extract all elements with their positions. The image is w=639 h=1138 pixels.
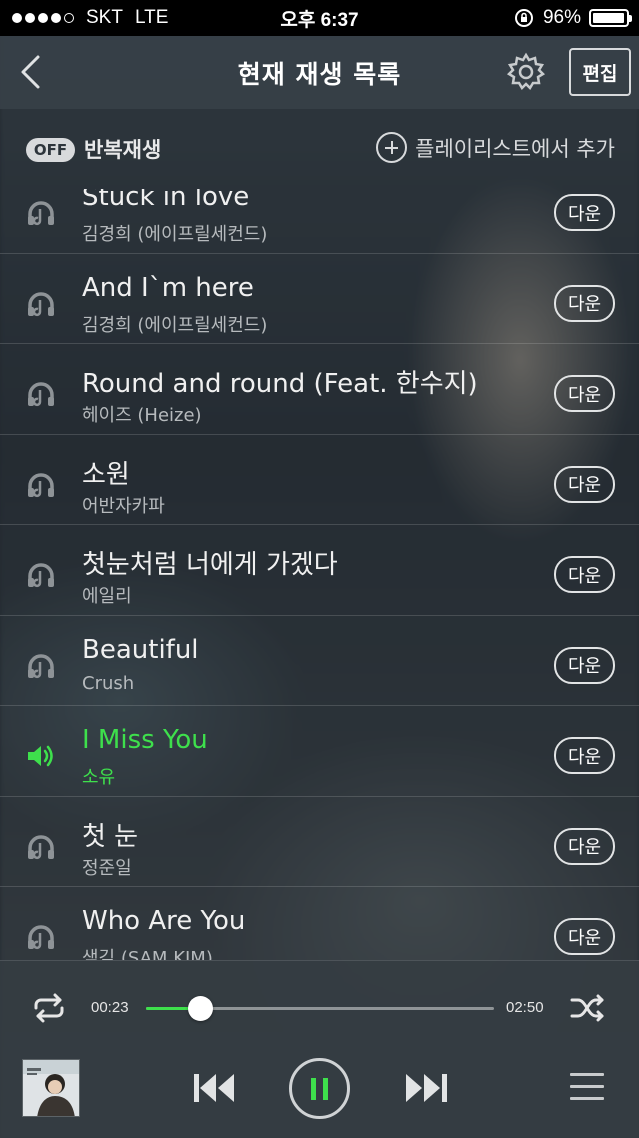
current-time: 00:23 <box>91 999 129 1016</box>
duration-time: 02:50 <box>506 999 544 1016</box>
download-button[interactable]: 다운 <box>554 646 615 684</box>
song-row[interactable]: Round and round (Feat. 한수지) 헤이즈 (Heize) 다운 <box>0 344 639 435</box>
speaker-icon <box>26 742 56 770</box>
status-bar: SKT LTE 오후 6:37 96% <box>0 0 639 36</box>
song-title: I Miss You <box>82 725 208 755</box>
song-row[interactable]: 소원어반자카파 다운 <box>0 435 639 525</box>
player-bar: 00:23 02:50 <box>0 960 639 1138</box>
download-button[interactable]: 다운 <box>554 375 615 412</box>
back-chevron-icon[interactable] <box>18 54 42 90</box>
song-title: Round and round (Feat. 한수지) <box>82 369 478 399</box>
song-artist: 김경희 (에이프릴세컨드) <box>82 314 268 336</box>
album-art-thumbnail[interactable] <box>22 1059 80 1117</box>
repeat-icon[interactable] <box>30 993 68 1023</box>
song-title: And I`m here <box>82 272 254 303</box>
song-list[interactable]: Stuck in love 김경희 (에이프릴세컨드) 다운 And I`m here… <box>0 189 639 960</box>
download-button[interactable]: 다운 <box>554 827 615 865</box>
song-row[interactable]: 첫 눈정준일 다운 <box>0 797 639 887</box>
add-playlist-label: 플레이리스트에서 추가 <box>415 136 615 161</box>
song-artist: Crush <box>82 672 135 694</box>
download-button[interactable]: 다운 <box>554 284 615 322</box>
plus-circle-icon <box>376 132 408 163</box>
song-artist: 에일리 <box>82 586 132 607</box>
headphone-icon <box>26 471 56 499</box>
song-row[interactable]: I Miss You 소유 다운 <box>0 706 639 797</box>
song-row[interactable]: Beautiful Crush 다운 <box>0 616 639 706</box>
song-row[interactable]: Stuck in love 김경희 (에이프릴세컨드) 다운 <box>0 189 639 254</box>
network-label: LTE <box>134 7 169 28</box>
headphone-icon <box>26 923 56 951</box>
song-artist: 헤이즈 (Heize) <box>82 405 202 426</box>
hamburger-menu-icon[interactable] <box>570 1071 606 1103</box>
song-title: Stuck in love <box>82 189 250 212</box>
battery-percent: 96% <box>542 7 581 28</box>
skip-previous-icon[interactable] <box>194 1073 236 1103</box>
song-artist: 정준일 <box>82 857 132 879</box>
add-from-playlist-button[interactable]: 플레이리스트에서 추가 <box>376 132 615 163</box>
headphone-icon <box>26 561 56 589</box>
download-button[interactable]: 다운 <box>554 556 615 593</box>
progress-knob[interactable] <box>187 996 213 1021</box>
song-row[interactable]: 첫눈처럼 너에게 가겠다에일리 다운 <box>0 525 639 616</box>
song-title: 첫 눈 <box>82 821 139 852</box>
headphone-icon <box>26 833 56 861</box>
song-artist: 소유 <box>82 767 116 788</box>
song-title: Who Are You <box>82 906 246 936</box>
skip-next-icon[interactable] <box>405 1073 447 1103</box>
carrier-label: SKT <box>86 7 123 28</box>
headphone-icon <box>26 290 56 318</box>
battery-icon <box>589 9 632 27</box>
download-button[interactable]: 다운 <box>554 465 615 503</box>
song-row[interactable]: Who Are You 샘김 (SAM KIM) 다운 <box>0 887 639 960</box>
pause-button[interactable] <box>289 1058 350 1119</box>
shuffle-icon[interactable] <box>570 994 606 1022</box>
song-artist: 어반자카파 <box>82 495 165 517</box>
download-button[interactable]: 다운 <box>554 194 615 231</box>
song-title: 소원 <box>82 459 130 490</box>
headphone-icon <box>26 380 56 408</box>
signal-strength-icon <box>12 13 74 23</box>
app-header: 현재 재생 목록 편집 <box>0 36 639 109</box>
download-button[interactable]: 다운 <box>554 737 615 774</box>
song-artist: 샘김 (SAM KIM) <box>82 948 213 960</box>
repeat-label: 반복재생 <box>84 138 162 162</box>
gear-icon[interactable] <box>506 52 546 92</box>
headphone-icon <box>26 199 56 227</box>
playlist-controls: OFF 반복재생 플레이리스트에서 추가 <box>0 109 639 189</box>
download-button[interactable]: 다운 <box>554 918 615 955</box>
song-title: 첫눈처럼 너에게 가겠다 <box>82 550 338 580</box>
page-title: 현재 재생 목록 <box>237 59 402 89</box>
song-artist: 김경희 (에이프릴세컨드) <box>82 224 268 245</box>
rotation-lock-icon <box>514 9 533 27</box>
song-row[interactable]: And I`m here 김경희 (에이프릴세컨드) 다운 <box>0 254 639 344</box>
edit-button[interactable]: 편집 <box>569 48 631 96</box>
song-title: Beautiful <box>82 634 199 665</box>
repeat-toggle[interactable]: OFF <box>26 138 75 162</box>
headphone-icon <box>26 652 56 680</box>
